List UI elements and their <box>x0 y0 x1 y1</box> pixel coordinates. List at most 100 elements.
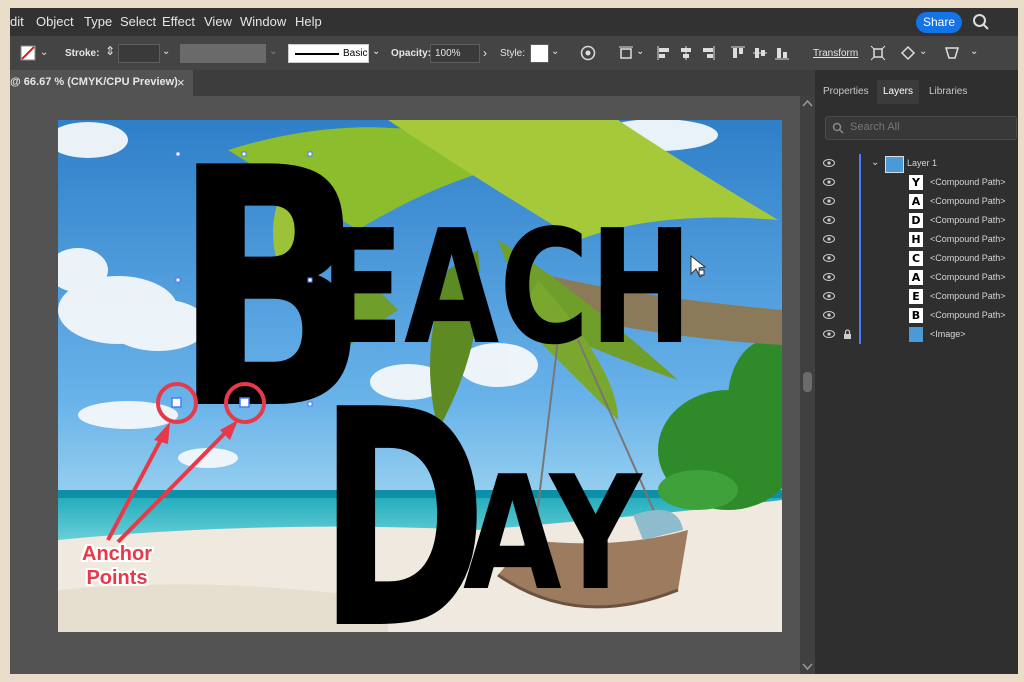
chevron-down-icon[interactable]: ⌄ <box>871 157 879 168</box>
scroll-up-icon[interactable] <box>802 99 813 107</box>
style-dropdown-icon[interactable]: ⌄ <box>551 46 559 57</box>
sublayer-name[interactable]: <Image> <box>930 329 966 339</box>
path-thumbnail: H <box>909 232 923 247</box>
eye-icon[interactable] <box>823 234 835 244</box>
annotation-line-1: Anchor <box>82 543 152 565</box>
variable-width-profile[interactable] <box>180 44 266 63</box>
menu-window[interactable]: Window <box>240 14 286 29</box>
path-thumbnail: Y <box>909 175 923 190</box>
menu-effect[interactable]: Effect <box>162 14 195 29</box>
tab-layers[interactable]: Layers <box>877 80 920 104</box>
sublayer-name[interactable]: <Compound Path> <box>930 253 1006 263</box>
share-button[interactable]: Share <box>916 12 962 33</box>
layer-name[interactable]: Layer 1 <box>907 158 937 168</box>
eye-icon[interactable] <box>823 272 835 282</box>
tab-libraries[interactable]: Libraries <box>923 80 973 104</box>
document-tab-bar: @ 66.67 % (CMYK/CPU Preview) × <box>10 70 815 96</box>
sublayer-name[interactable]: <Compound Path> <box>930 234 1006 244</box>
vertical-scrollbar[interactable] <box>800 96 815 674</box>
fill-dropdown-icon[interactable]: ⌄ <box>40 47 48 58</box>
control-bar: ⌄ Stroke: ⇕ ⌄ ⌄ Basic ⌄ Opacity: 100% › … <box>10 36 1018 70</box>
brush-label: Basic <box>343 48 368 59</box>
opacity-arrow-icon[interactable]: › <box>483 46 487 60</box>
search-placeholder: Search All <box>850 121 900 133</box>
align-left-icon[interactable] <box>656 45 672 61</box>
sublayer-row[interactable]: <Image> <box>815 325 1018 344</box>
stroke-dropdown-icon[interactable]: ⌄ <box>162 46 170 57</box>
warp-dropdown-icon[interactable]: ⌄ <box>919 46 927 57</box>
layer-color-bar <box>859 268 861 287</box>
sublayer-row[interactable]: H <Compound Path> <box>815 230 1018 249</box>
sublayer-name[interactable]: <Compound Path> <box>930 177 1006 187</box>
search-icon[interactable] <box>972 13 990 31</box>
align-to-dropdown-icon[interactable]: ⌄ <box>636 46 644 57</box>
menu-edit[interactable]: dit <box>10 14 24 29</box>
stroke-weight-input[interactable] <box>118 44 160 63</box>
eye-icon[interactable] <box>823 329 835 339</box>
layers-search-input[interactable]: Search All <box>825 116 1017 140</box>
style-label: Style: <box>500 48 526 59</box>
annotation-label: Anchor Points <box>62 542 172 590</box>
graphic-style-swatch[interactable] <box>530 44 549 63</box>
isolate-selected-icon[interactable] <box>870 45 886 61</box>
image-thumbnail <box>909 327 923 342</box>
brush-definition[interactable]: Basic <box>288 44 369 63</box>
sublayer-row[interactable]: Y <Compound Path> <box>815 173 1018 192</box>
envelope-distort-icon[interactable] <box>944 45 960 61</box>
sublayer-name[interactable]: <Compound Path> <box>930 196 1006 206</box>
eye-icon[interactable] <box>823 215 835 225</box>
recolor-artwork-icon[interactable] <box>580 45 596 61</box>
sublayer-row[interactable]: C <Compound Path> <box>815 249 1018 268</box>
layer-color-bar <box>859 306 861 325</box>
distort-dropdown-icon[interactable]: ⌄ <box>970 46 978 57</box>
sublayer-row[interactable]: E <Compound Path> <box>815 287 1018 306</box>
stroke-label: Stroke: <box>65 48 100 59</box>
opacity-input[interactable]: 100% <box>430 44 480 63</box>
eye-icon[interactable] <box>823 196 835 206</box>
lock-icon[interactable] <box>843 329 852 340</box>
scroll-down-icon[interactable] <box>802 663 813 671</box>
sublayer-row[interactable]: A <Compound Path> <box>815 268 1018 287</box>
sublayer-name[interactable]: <Compound Path> <box>930 310 1006 320</box>
brush-stroke-preview <box>295 53 339 55</box>
tab-properties[interactable]: Properties <box>817 80 875 104</box>
anchor-point-1[interactable] <box>171 397 182 408</box>
eye-icon[interactable] <box>823 310 835 320</box>
sublayer-name[interactable]: <Compound Path> <box>930 291 1006 301</box>
menu-bar: dit Object Type Select Effect View Windo… <box>10 8 1018 36</box>
menu-view[interactable]: View <box>204 14 232 29</box>
opacity-value: 100% <box>435 48 461 59</box>
word-ay[interactable]: AY <box>463 442 644 626</box>
letter-d[interactable]: D <box>318 347 487 632</box>
stroke-stepper-icon[interactable]: ⇕ <box>105 44 115 58</box>
sublayer-row[interactable]: A <Compound Path> <box>815 192 1018 211</box>
transform-link[interactable]: Transform <box>813 48 858 59</box>
align-center-icon[interactable] <box>678 45 694 61</box>
sublayer-row[interactable]: B <Compound Path> <box>815 306 1018 325</box>
eye-icon[interactable] <box>823 291 835 301</box>
menu-select[interactable]: Select <box>120 14 156 29</box>
fill-none-icon[interactable] <box>20 45 36 61</box>
align-top-icon[interactable] <box>730 45 746 61</box>
align-right-icon[interactable] <box>700 45 716 61</box>
eye-icon[interactable] <box>823 158 835 168</box>
layer-row[interactable]: ⌄ Layer 1 <box>815 154 1018 173</box>
sublayer-row[interactable]: D <Compound Path> <box>815 211 1018 230</box>
sublayer-name[interactable]: <Compound Path> <box>930 215 1006 225</box>
menu-object[interactable]: Object <box>36 14 74 29</box>
eye-icon[interactable] <box>823 177 835 187</box>
brush-dropdown-icon[interactable]: ⌄ <box>372 46 380 57</box>
align-middle-icon[interactable] <box>752 45 768 61</box>
anchor-point-2[interactable] <box>239 397 250 408</box>
document-tab[interactable]: @ 66.67 % (CMYK/CPU Preview) × <box>10 70 193 96</box>
scroll-thumb[interactable] <box>803 372 812 392</box>
menu-type[interactable]: Type <box>84 14 112 29</box>
puppet-warp-icon[interactable] <box>900 45 916 61</box>
illustrator-window: dit Object Type Select Effect View Windo… <box>10 8 1018 674</box>
eye-icon[interactable] <box>823 253 835 263</box>
align-bottom-icon[interactable] <box>774 45 790 61</box>
sublayer-name[interactable]: <Compound Path> <box>930 272 1006 282</box>
close-icon[interactable]: × <box>177 75 185 90</box>
menu-help[interactable]: Help <box>295 14 322 29</box>
align-to-icon[interactable] <box>618 45 634 61</box>
